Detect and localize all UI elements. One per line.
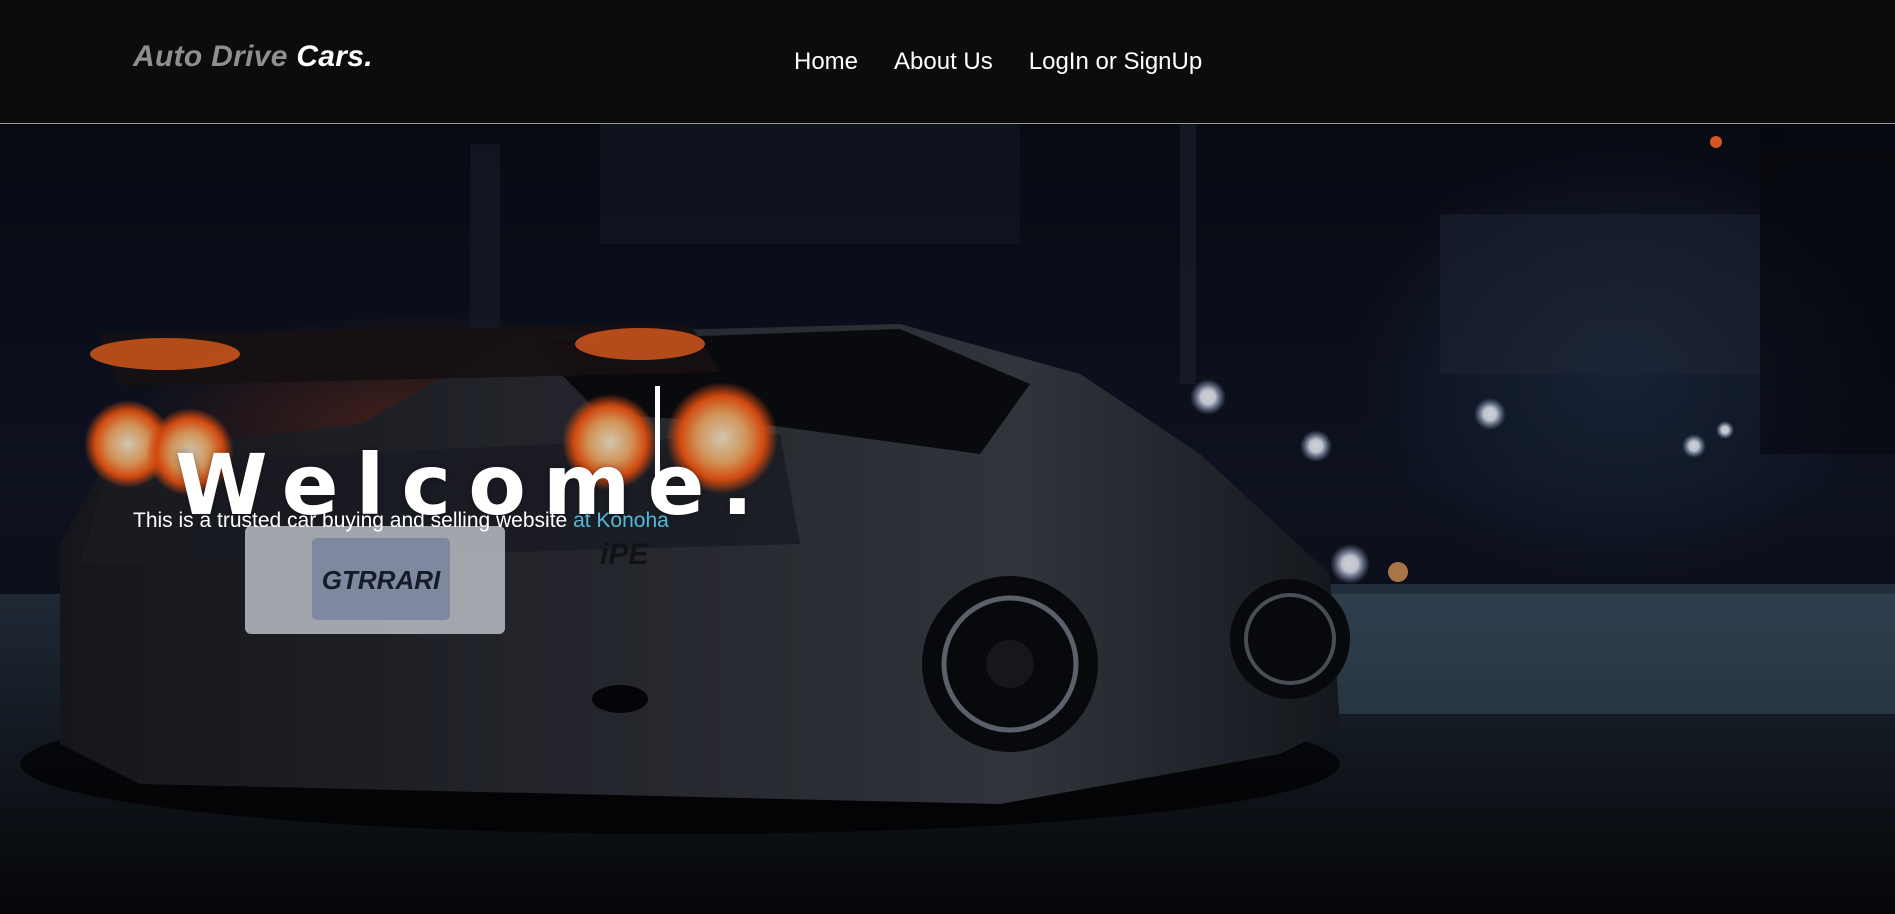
tagline-text: This is a trusted car buying and selling…	[133, 509, 568, 532]
main-nav: Home About Us LogIn or SignUp	[794, 48, 1202, 76]
nav-login-signup-link[interactable]: LogIn or SignUp	[1029, 48, 1202, 76]
nav-about-link[interactable]: About Us	[894, 48, 993, 76]
typing-cursor	[655, 386, 660, 480]
brand-name-part1: Auto Drive	[133, 40, 288, 73]
brand-name-part2: Cars.	[296, 40, 373, 73]
tagline-highlight: at Konoha	[573, 509, 669, 532]
hero-tagline: This is a trusted car buying and selling…	[133, 509, 669, 533]
hero-section: GTRRARI iPE Welcome. This is a trusted c…	[0, 124, 1895, 914]
navbar: Auto Drive Cars. Home About Us LogIn or …	[0, 0, 1895, 124]
brand-logo[interactable]: Auto Drive Cars.	[133, 40, 373, 74]
page: Auto Drive Cars. Home About Us LogIn or …	[0, 0, 1895, 914]
nav-home-link[interactable]: Home	[794, 48, 858, 76]
